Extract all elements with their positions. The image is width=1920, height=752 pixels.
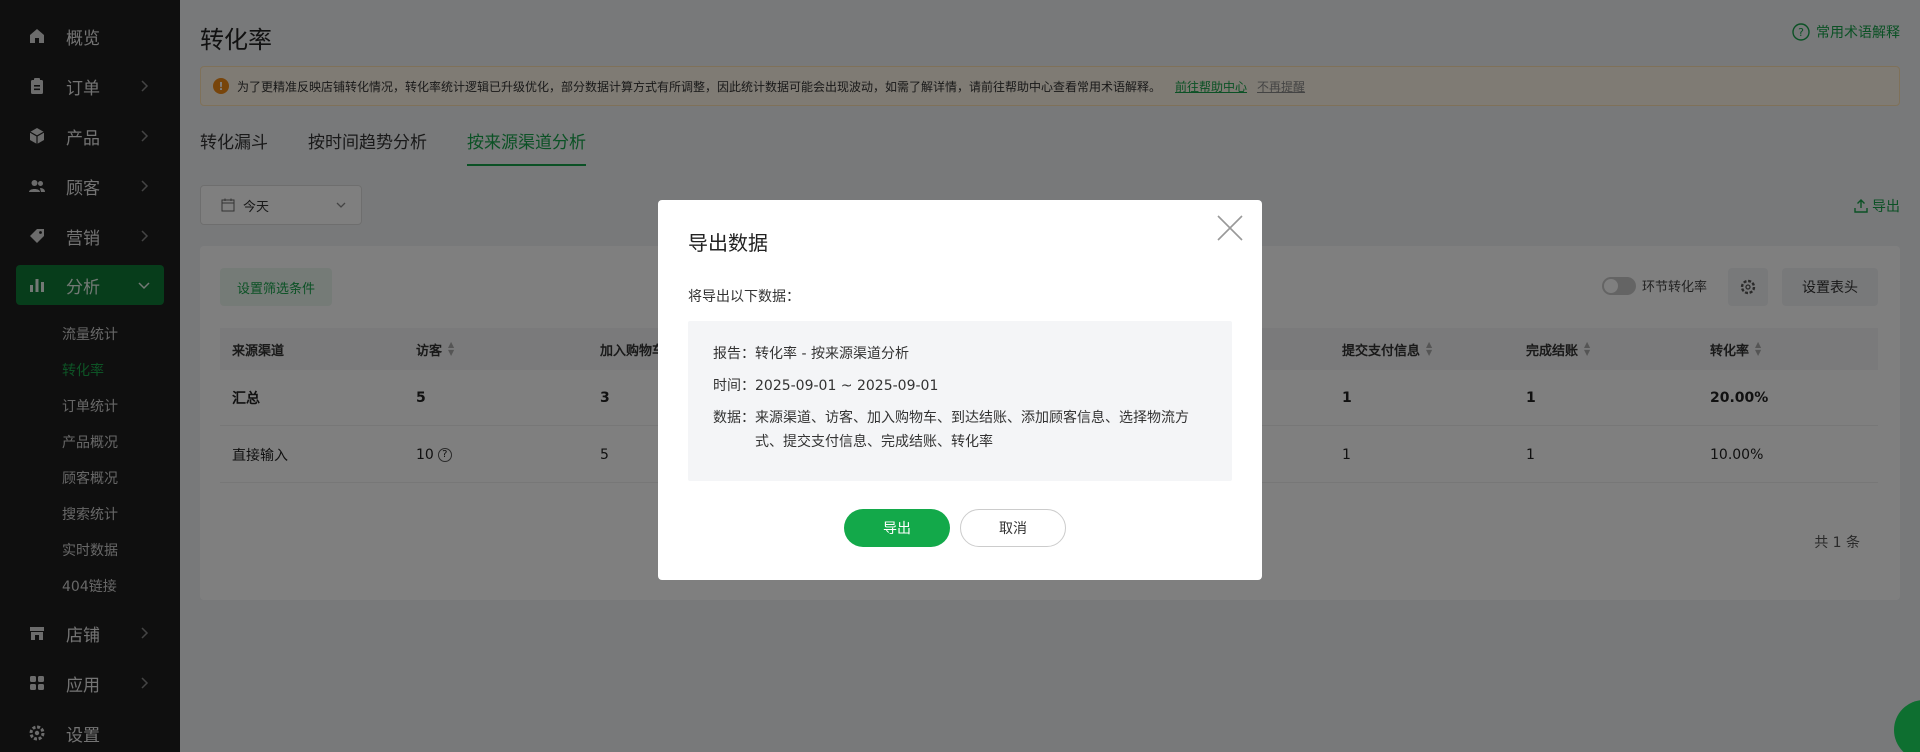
data-fields-label: 数据： — [713, 410, 755, 426]
modal-lead-text: 将导出以下数据： — [688, 289, 800, 305]
export-data-modal: 导出数据 将导出以下数据： 报告： 转化率 - 按来源渠道分析 时间： 2025… — [658, 200, 1262, 580]
report-value: 转化率 - 按来源渠道分析 — [755, 346, 909, 362]
report-label: 报告： — [713, 346, 755, 362]
data-fields-row: 数据： 来源渠道、访客、加入购物车、到达结账、添加顾客信息、选择物流方式、提交支… — [713, 406, 1191, 454]
close-icon[interactable] — [1216, 214, 1244, 242]
report-row: 报告： 转化率 - 按来源渠道分析 — [713, 342, 1195, 366]
modal-title: 导出数据 — [688, 231, 768, 255]
confirm-export-button[interactable]: 导出 — [844, 509, 950, 547]
time-row: 时间： 2025-09-01 ~ 2025-09-01 — [713, 374, 1195, 398]
cancel-button[interactable]: 取消 — [960, 509, 1066, 547]
time-label: 时间： — [713, 378, 755, 394]
time-value: 2025-09-01 ~ 2025-09-01 — [755, 378, 939, 394]
export-summary-box: 报告： 转化率 - 按来源渠道分析 时间： 2025-09-01 ~ 2025-… — [688, 321, 1232, 481]
data-fields-value: 来源渠道、访客、加入购物车、到达结账、添加顾客信息、选择物流方式、提交支付信息、… — [755, 410, 1189, 450]
